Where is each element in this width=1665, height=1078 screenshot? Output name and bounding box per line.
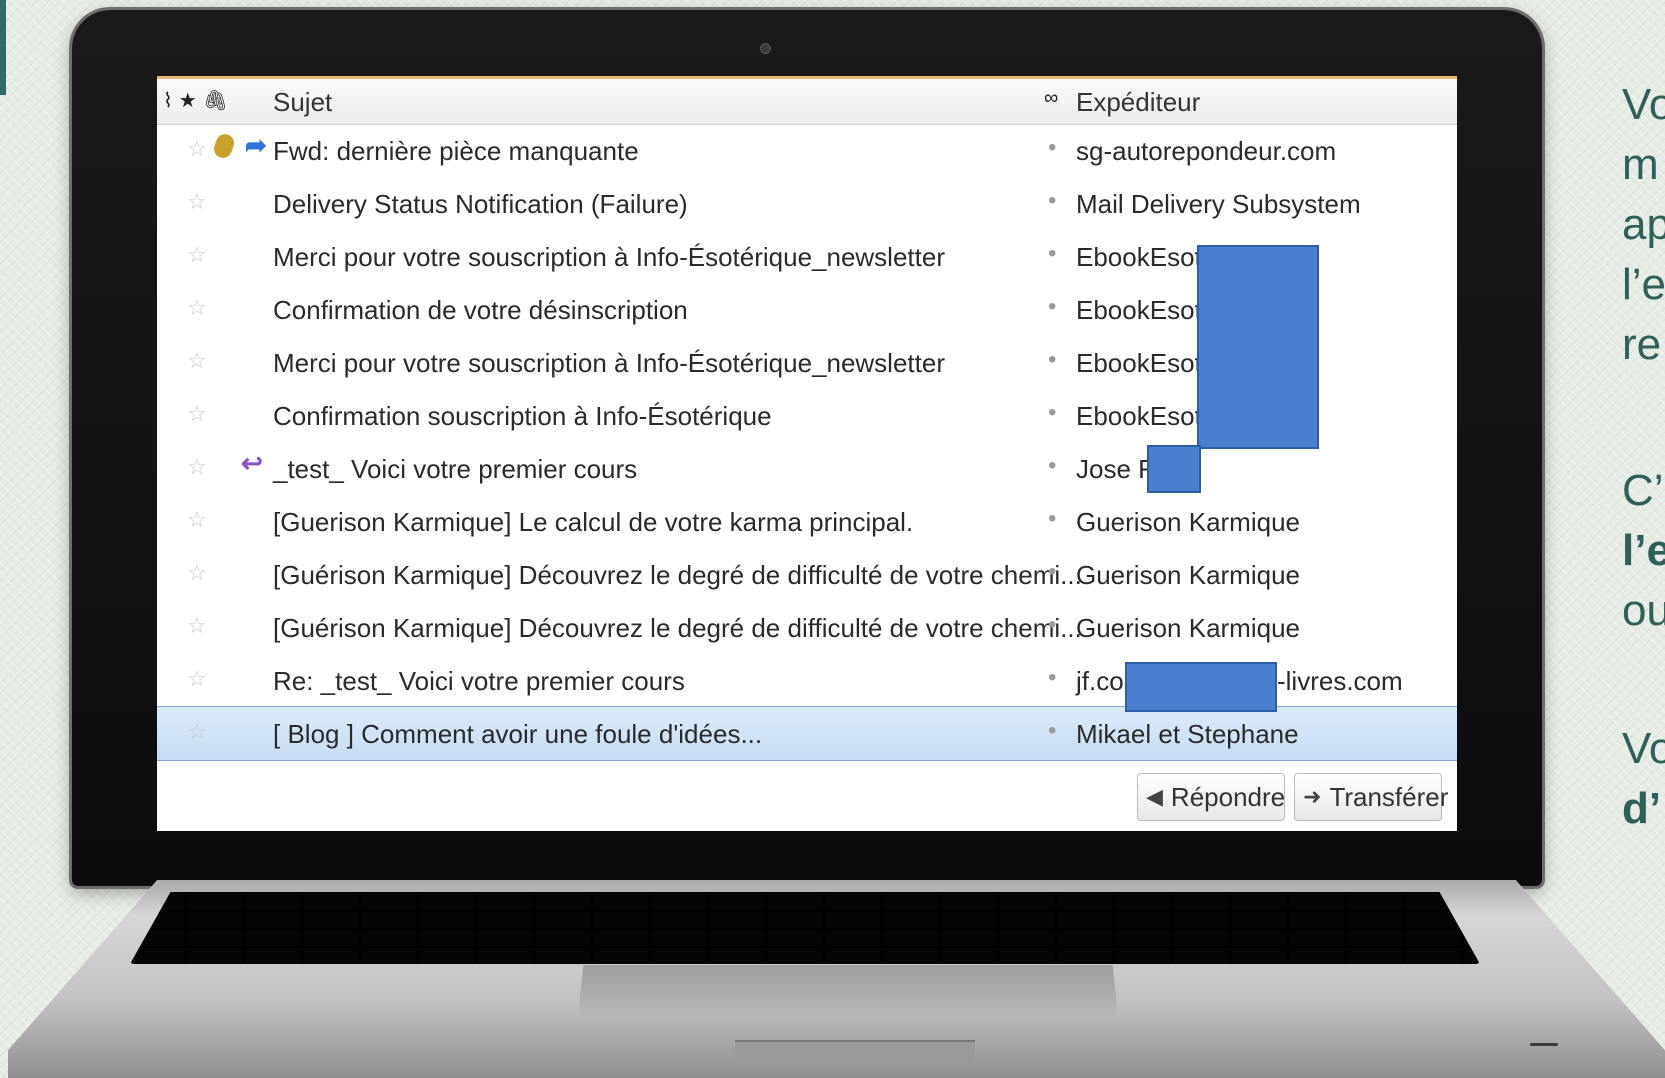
message-sender: Guerison Karmique	[1076, 507, 1300, 537]
message-sender: EbookEsote	[1076, 401, 1217, 431]
reply-button-label: Répondre	[1170, 781, 1286, 812]
laptop-front-notch	[735, 1040, 975, 1062]
unread-dot-icon[interactable]: •	[1048, 452, 1056, 480]
message-sender: Mikael et Stephane	[1076, 719, 1299, 749]
message-subject: [ Blog ] Comment avoir une foule d'idées…	[273, 719, 763, 749]
slide-text-cropped: Vo m ap l’e re C’ l’e ou Vo d’	[1622, 0, 1665, 1078]
unread-dot-icon[interactable]: •	[1048, 293, 1056, 321]
star-icon[interactable]: ☆	[187, 242, 207, 268]
redaction-box	[1147, 445, 1201, 493]
star-icon[interactable]: ☆	[187, 348, 207, 374]
message-sender: sg-autorepondeur.com	[1076, 136, 1337, 166]
star-icon[interactable]: ☆	[187, 719, 207, 745]
message-sender: EbookEsote	[1076, 295, 1217, 325]
star-icon[interactable]: ☆	[187, 189, 207, 215]
reply-button[interactable]: ◀ Répondre	[1137, 773, 1285, 821]
forwarded-icon: ➦	[245, 130, 267, 160]
message-subject: Confirmation de votre désinscription	[273, 295, 688, 325]
star-icon[interactable]: ☆	[187, 136, 207, 162]
message-list-header: ⌇★🖇 Sujet ∞ Expéditeur	[157, 79, 1457, 125]
slide-text-line: l’e	[1622, 526, 1665, 575]
unread-dot-icon[interactable]: •	[1048, 505, 1056, 533]
forward-button[interactable]: ➜ Transférer	[1294, 773, 1448, 821]
slide-text-line: d’	[1622, 784, 1662, 833]
message-row[interactable]: ☆ [Guerison Karmique] Le calcul de votre…	[157, 495, 1457, 548]
laptop-indicator-light	[1530, 1043, 1558, 1046]
message-row[interactable]: ☆ Delivery Status Notification (Failure)…	[157, 177, 1457, 230]
message-row[interactable]: ☆ [Guérison Karmique] Découvrez le degré…	[157, 548, 1457, 601]
star-icon[interactable]: ☆	[187, 666, 207, 692]
slide-text-line: m	[1622, 140, 1659, 189]
message-subject: [Guerison Karmique] Le calcul de votre k…	[273, 507, 914, 537]
replied-icon: ↩	[241, 448, 263, 478]
column-header-subject[interactable]: Sujet	[273, 87, 332, 118]
unread-dot-icon[interactable]: •	[1048, 611, 1056, 639]
message-subject: Re: _test_ Voici votre premier cours	[273, 666, 685, 696]
redaction-box	[1197, 245, 1319, 449]
message-row[interactable]: ☆ ➦ Fwd: dernière pièce manquante • sg-a…	[157, 124, 1457, 177]
star-icon[interactable]: ☆	[187, 401, 207, 427]
unread-dot-icon[interactable]: •	[1048, 240, 1056, 268]
message-sender: EbookEsote	[1076, 242, 1217, 272]
laptop-keyboard	[130, 892, 1480, 964]
unread-dot-icon[interactable]: •	[1048, 558, 1056, 586]
star-icon[interactable]: ☆	[187, 454, 207, 480]
unread-dot-icon[interactable]: •	[1048, 346, 1056, 374]
message-subject: Merci pour votre souscription à Info-Éso…	[273, 348, 945, 378]
message-subject: _test_ Voici votre premier cours	[273, 454, 638, 484]
slide-text-line: ou	[1622, 586, 1665, 635]
slide-text-line: l’e	[1622, 260, 1665, 309]
message-row[interactable]: ☆ ↩ _test_ Voici votre premier cours • J…	[157, 442, 1457, 495]
webcam-icon	[760, 43, 771, 54]
star-icon[interactable]: ☆	[187, 560, 207, 586]
message-sender: Guerison Karmique	[1076, 560, 1300, 590]
slide-text-line: C’	[1622, 466, 1664, 515]
message-sender: EbookEsote	[1076, 348, 1217, 378]
message-row-selected[interactable]: ☆ [ Blog ] Comment avoir une foule d'idé…	[157, 706, 1457, 761]
message-row[interactable]: ☆ [Guérison Karmique] Découvrez le degré…	[157, 601, 1457, 654]
message-subject: Fwd: dernière pièce manquante	[273, 136, 639, 166]
unread-dot-icon[interactable]: •	[1048, 134, 1056, 162]
attachment-icon	[211, 131, 237, 161]
message-subject: [Guérison Karmique] Découvrez le degré d…	[273, 613, 1082, 643]
star-icon[interactable]: ☆	[187, 613, 207, 639]
message-sender-suffix: -livres.com	[1277, 666, 1403, 696]
column-header-sender[interactable]: Expéditeur	[1076, 87, 1200, 118]
message-sender: Guerison Karmique	[1076, 613, 1300, 643]
unread-dot-icon[interactable]: •	[1048, 717, 1056, 745]
unread-dot-icon[interactable]: •	[1048, 187, 1056, 215]
slide-text-line: ap	[1622, 200, 1665, 249]
message-sender: jf.co	[1076, 666, 1124, 696]
redaction-box	[1125, 662, 1277, 712]
message-subject: Merci pour votre souscription à Info-Éso…	[273, 242, 945, 272]
star-icon[interactable]: ☆	[187, 295, 207, 321]
unread-dot-icon[interactable]: •	[1048, 664, 1056, 692]
message-subject: Confirmation souscription à Info-Ésotéri…	[273, 401, 772, 431]
reply-icon: ◀	[1146, 784, 1163, 809]
slide-text-line: Vo	[1622, 80, 1665, 129]
laptop-trackpad	[578, 965, 1118, 1017]
star-icon[interactable]: ☆	[187, 507, 207, 533]
message-sender: Mail Delivery Subsystem	[1076, 189, 1361, 219]
message-subject: [Guérison Karmique] Découvrez le degré d…	[273, 560, 1082, 590]
mail-client-screen: ⌇★🖇 Sujet ∞ Expéditeur ☆ ➦ Fwd: dernière…	[157, 76, 1457, 831]
forward-icon: ➜	[1303, 784, 1322, 809]
slide-text-line: re	[1622, 320, 1662, 369]
unread-dot-icon[interactable]: •	[1048, 399, 1056, 427]
column-picker-icons[interactable]: ⌇★🖇	[163, 88, 234, 113]
slide-accent-bar	[0, 0, 6, 95]
slide-text-line: Vo	[1622, 724, 1665, 773]
thread-icon[interactable]: ∞	[1044, 87, 1058, 110]
message-subject: Delivery Status Notification (Failure)	[273, 189, 688, 219]
forward-button-label: Transférer	[1329, 781, 1449, 812]
